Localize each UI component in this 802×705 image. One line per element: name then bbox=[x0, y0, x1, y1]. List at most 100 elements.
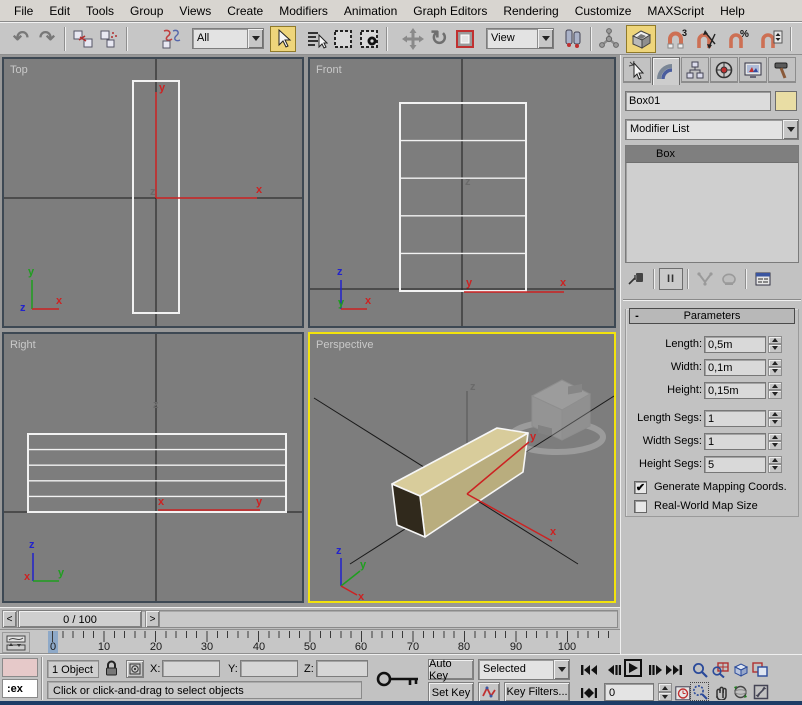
object-name-field[interactable]: Box01 bbox=[625, 91, 771, 111]
select-object-button[interactable] bbox=[270, 26, 296, 52]
use-pivot-center-button[interactable] bbox=[560, 26, 586, 52]
length-field[interactable]: 0,5m bbox=[704, 336, 766, 353]
object-color-swatch[interactable] bbox=[775, 91, 797, 111]
width-spinner[interactable] bbox=[768, 359, 782, 376]
open-mini-curve-editor-button[interactable] bbox=[2, 632, 30, 653]
menu-rendering[interactable]: Rendering bbox=[495, 1, 566, 21]
redo-button[interactable]: ↷ bbox=[34, 26, 60, 52]
spinner-snap-button[interactable] bbox=[758, 26, 784, 52]
menu-help[interactable]: Help bbox=[712, 1, 753, 21]
snaps-3d-button[interactable]: 3 bbox=[664, 26, 690, 52]
rectangular-selection-region-button[interactable] bbox=[330, 26, 356, 52]
selection-filter-arrow[interactable] bbox=[247, 29, 263, 48]
previous-frame-button[interactable] bbox=[604, 660, 625, 680]
play-button[interactable] bbox=[624, 659, 642, 677]
height-segs-spinner[interactable] bbox=[768, 456, 782, 473]
tab-display[interactable] bbox=[739, 57, 767, 83]
configure-modifier-sets-button[interactable] bbox=[751, 268, 775, 290]
menu-graph-editors[interactable]: Graph Editors bbox=[405, 1, 495, 21]
zoom-extents-all-button[interactable] bbox=[751, 660, 770, 679]
menu-maxscript[interactable]: MAXScript bbox=[639, 1, 712, 21]
key-filters-button[interactable]: Key Filters... bbox=[504, 682, 570, 702]
zoom-all-button[interactable] bbox=[711, 660, 730, 679]
undo-button[interactable]: ↶ bbox=[8, 26, 34, 52]
key-filter-selection-arrow[interactable] bbox=[553, 660, 569, 679]
region-zoom-button[interactable] bbox=[690, 682, 709, 701]
tab-hierarchy[interactable] bbox=[681, 57, 709, 83]
remove-modifier-button[interactable] bbox=[717, 268, 741, 290]
viewport-perspective[interactable]: y x z z y x Perspective bbox=[308, 332, 616, 603]
menu-file[interactable]: File bbox=[6, 1, 41, 21]
menu-create[interactable]: Create bbox=[219, 1, 271, 21]
absolute-offset-mode-toggle[interactable] bbox=[126, 660, 144, 678]
angle-snap-button[interactable] bbox=[694, 26, 720, 52]
menu-views[interactable]: Views bbox=[171, 1, 219, 21]
stack-item-box[interactable]: Box bbox=[626, 146, 798, 163]
generate-mapping-coords-checkbox[interactable]: ✔ bbox=[634, 481, 647, 494]
modifier-list-dropdown[interactable]: Modifier List bbox=[625, 119, 799, 140]
select-and-manipulate-button[interactable] bbox=[596, 26, 622, 52]
tab-motion[interactable] bbox=[710, 57, 738, 83]
height-spinner[interactable] bbox=[768, 382, 782, 399]
height-segs-field[interactable]: 5 bbox=[704, 456, 766, 473]
track-bar[interactable]: 0 10 20 30 40 50 60 70 80 90 100 bbox=[0, 629, 620, 654]
default-in-out-tangents-button[interactable] bbox=[478, 682, 500, 702]
select-by-name-button[interactable] bbox=[304, 26, 330, 52]
maximize-viewport-toggle-button[interactable] bbox=[751, 682, 770, 701]
x-coordinate-field[interactable] bbox=[162, 660, 220, 677]
tab-modify[interactable] bbox=[652, 57, 680, 85]
selection-filter-dropdown[interactable]: All bbox=[192, 28, 264, 49]
menu-customize[interactable]: Customize bbox=[567, 1, 640, 21]
width-segs-spinner[interactable] bbox=[768, 433, 782, 450]
menu-animation[interactable]: Animation bbox=[336, 1, 405, 21]
unlink-selection-button[interactable] bbox=[96, 26, 122, 52]
set-keys-button[interactable] bbox=[372, 658, 424, 699]
viewport-right[interactable]: x y z z y x Right bbox=[2, 332, 304, 603]
width-segs-field[interactable]: 1 bbox=[704, 433, 766, 450]
go-to-start-button[interactable] bbox=[578, 660, 599, 680]
maxscript-listener-macro-pane[interactable] bbox=[2, 658, 38, 677]
selection-lock-toggle[interactable] bbox=[104, 660, 119, 680]
auto-key-button[interactable]: Auto Key bbox=[428, 659, 474, 680]
make-unique-button[interactable] bbox=[693, 268, 717, 290]
z-coordinate-field[interactable] bbox=[316, 660, 368, 677]
next-frame-arrow[interactable]: > bbox=[145, 610, 160, 628]
pan-view-button[interactable] bbox=[711, 682, 730, 701]
length-segs-field[interactable]: 1 bbox=[704, 410, 766, 427]
select-and-scale-button[interactable] bbox=[452, 26, 478, 52]
y-coordinate-field[interactable] bbox=[240, 660, 298, 677]
key-mode-toggle-button[interactable] bbox=[578, 683, 599, 703]
select-and-move-button[interactable] bbox=[400, 26, 426, 52]
pin-stack-button[interactable] bbox=[625, 268, 649, 290]
menu-modifiers[interactable]: Modifiers bbox=[271, 1, 336, 21]
bind-to-spacewarp-button[interactable] bbox=[158, 26, 184, 52]
real-world-map-size-checkbox[interactable] bbox=[634, 500, 647, 513]
menu-tools[interactable]: Tools bbox=[78, 1, 122, 21]
frame-spinner[interactable] bbox=[658, 683, 672, 701]
zoom-extents-button[interactable] bbox=[731, 660, 750, 679]
length-segs-spinner[interactable] bbox=[768, 410, 782, 427]
modifier-list-arrow[interactable] bbox=[782, 120, 798, 139]
parameters-rollout-header[interactable]: - Parameters bbox=[629, 308, 795, 324]
arc-rotate-button[interactable] bbox=[731, 682, 750, 701]
select-and-rotate-button[interactable]: ↻ bbox=[426, 26, 452, 52]
viewport-top[interactable]: y x z y x z Top bbox=[2, 57, 304, 328]
coord-system-dropdown[interactable]: View bbox=[486, 28, 554, 49]
set-key-button[interactable]: Set Key bbox=[428, 682, 474, 703]
tab-create[interactable] bbox=[623, 57, 651, 83]
snaps-toggle-button[interactable] bbox=[626, 25, 656, 53]
window-crossing-button[interactable] bbox=[356, 26, 382, 52]
menu-edit[interactable]: Edit bbox=[41, 1, 78, 21]
width-field[interactable]: 0,1m bbox=[704, 359, 766, 376]
time-slider-button[interactable]: 0 / 100 bbox=[18, 610, 142, 628]
coord-system-arrow[interactable] bbox=[537, 29, 553, 48]
key-filter-selection-dropdown[interactable]: Selected bbox=[478, 659, 570, 680]
current-frame-field[interactable]: 0 bbox=[604, 683, 654, 701]
percent-snap-button[interactable]: % bbox=[726, 26, 752, 52]
timeline-ruler[interactable]: 0 10 20 30 40 50 60 70 80 90 100 bbox=[34, 630, 618, 654]
modifier-stack[interactable]: Box bbox=[625, 145, 799, 263]
show-end-result-button[interactable]: II bbox=[659, 268, 683, 290]
tab-utilities[interactable] bbox=[768, 57, 796, 83]
maxscript-mini-listener[interactable]: :ex bbox=[2, 679, 38, 698]
go-to-end-button[interactable] bbox=[663, 660, 684, 680]
